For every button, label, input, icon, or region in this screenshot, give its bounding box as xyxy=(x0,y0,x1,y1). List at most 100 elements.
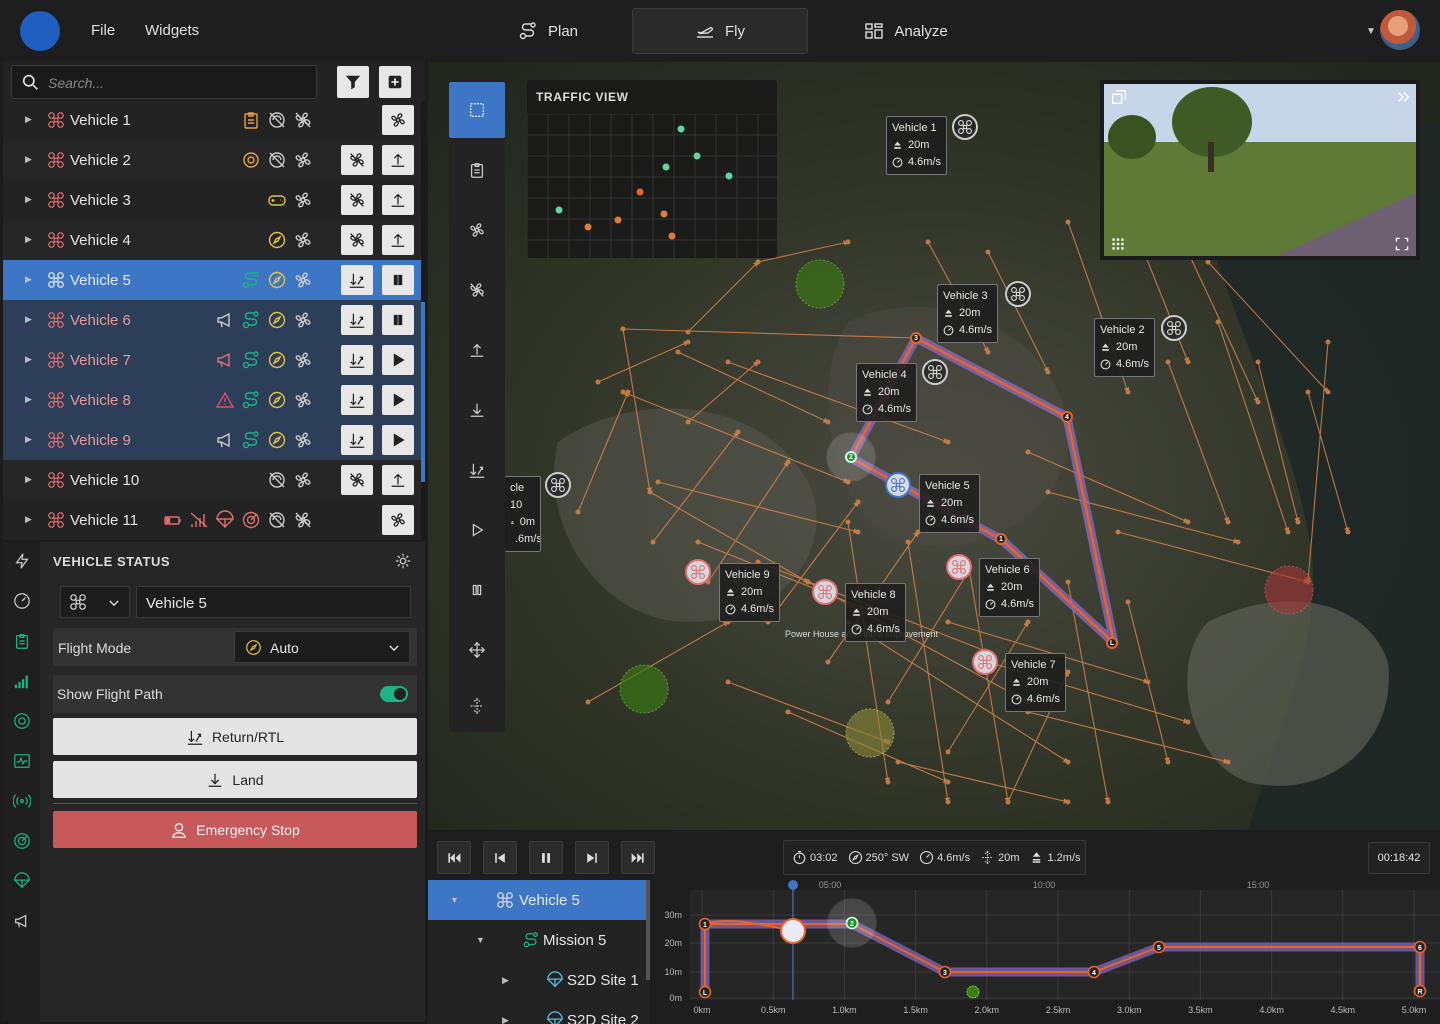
vehicle-action-button[interactable] xyxy=(341,385,373,415)
vehicle-row[interactable]: ▶ Vehicle 1 xyxy=(3,100,421,140)
tree-item[interactable]: ▼ Mission 5 xyxy=(428,920,648,960)
grid-icon[interactable] xyxy=(1110,236,1126,252)
vehicle-row[interactable]: ▶ Vehicle 11 xyxy=(3,500,421,540)
vehicle-action-button[interactable] xyxy=(382,145,414,175)
clipboard-icon[interactable] xyxy=(13,632,31,650)
vehicle-action-button[interactable] xyxy=(382,385,414,415)
vehicle-type-select[interactable] xyxy=(60,586,130,618)
vehicle-action-button[interactable] xyxy=(382,505,414,535)
play-tool-button[interactable] xyxy=(449,502,505,558)
vehicle-row[interactable]: ▶ Vehicle 10 xyxy=(3,460,421,500)
vehicle-map-label[interactable]: Vehicle 9 20m 4.6m/s xyxy=(719,563,781,622)
waypoint-marker[interactable]: 1 xyxy=(995,533,1007,545)
vehicle-action-button[interactable] xyxy=(382,425,414,455)
vehicle-map-label[interactable]: Vehicle 2 20m 4.6m/s xyxy=(1094,318,1156,377)
chevron-down-icon[interactable]: ▼ xyxy=(1366,26,1376,37)
vehicle-map-label[interactable]: Vehicle 6 20m 4.6m/s xyxy=(979,558,1041,617)
tab-plan[interactable]: Plan xyxy=(460,8,636,54)
fullscreen-icon[interactable] xyxy=(1394,236,1410,252)
user-avatar[interactable] xyxy=(1380,10,1420,50)
vehicle-marker[interactable] xyxy=(946,554,972,580)
step-back-button[interactable] xyxy=(483,841,517,874)
vehicle-row[interactable]: ▶ Vehicle 2 xyxy=(3,140,421,180)
vehicle-action-button[interactable] xyxy=(382,185,414,215)
vehicle-map-label[interactable]: Vehicle 1 20m 4.6m/s xyxy=(886,116,948,175)
expand-caret[interactable]: ▶ xyxy=(25,354,32,365)
vehicle-action-button[interactable] xyxy=(382,465,414,495)
vehicle-action-button[interactable] xyxy=(341,345,373,375)
vehicle-action-button[interactable] xyxy=(341,145,373,175)
expand-caret[interactable]: ▶ xyxy=(25,434,32,445)
expand-caret[interactable]: ▶ xyxy=(25,194,32,205)
radar-icon[interactable] xyxy=(13,832,31,850)
mission-tool-button[interactable] xyxy=(449,142,505,198)
vehicle-action-button[interactable] xyxy=(341,465,373,495)
vehicle-marker[interactable] xyxy=(812,579,838,605)
expand-caret[interactable]: ▶ xyxy=(25,514,32,525)
expand-caret[interactable]: ▶ xyxy=(502,975,509,986)
expand-caret[interactable]: ▶ xyxy=(25,474,32,485)
tree-item[interactable]: ▶ S2D Site 1 xyxy=(428,960,648,1000)
expand-caret[interactable]: ▶ xyxy=(25,114,32,125)
altitude-profile[interactable]: 30m 20m 10m 0m 0km 0.5km 1.0km 1.5km 2.0km 2.5km 3… xyxy=(652,880,1440,1024)
search-box[interactable]: Search... xyxy=(11,65,317,99)
step-forward-button[interactable] xyxy=(575,841,609,874)
gear-icon[interactable] xyxy=(394,552,412,570)
video-feed-widget[interactable] xyxy=(1100,80,1420,260)
popout-icon[interactable] xyxy=(1110,88,1128,106)
vehicle-row[interactable]: ▶ Vehicle 5 xyxy=(3,260,421,300)
vehicle-action-button[interactable] xyxy=(382,305,414,335)
land-tool-button[interactable] xyxy=(449,382,505,438)
tree-item[interactable]: ▼ Vehicle 5 xyxy=(428,880,648,920)
parachute-icon[interactable] xyxy=(13,872,31,890)
vehicle-row[interactable]: ▶ Vehicle 8 xyxy=(3,380,421,420)
scrollbar[interactable] xyxy=(421,102,425,540)
gauge-icon[interactable] xyxy=(13,592,31,610)
expand-caret[interactable]: ▶ xyxy=(25,154,32,165)
select-tool-button[interactable] xyxy=(449,82,505,138)
chevron-double-right-icon[interactable] xyxy=(1394,88,1412,106)
vehicle-action-button[interactable] xyxy=(341,185,373,215)
menu-file[interactable]: File xyxy=(91,22,115,39)
expand-caret[interactable]: ▶ xyxy=(502,1015,509,1024)
vehicle-row[interactable]: ▶ Vehicle 3 xyxy=(3,180,421,220)
arm-tool-button[interactable] xyxy=(449,202,505,258)
vehicle-map-label[interactable]: Vehicle 8 20m 4.6m/s xyxy=(845,583,907,642)
altitude-tool-button[interactable] xyxy=(449,678,505,734)
add-vehicle-button[interactable] xyxy=(379,66,411,98)
move-tool-button[interactable] xyxy=(449,622,505,678)
vehicle-marker[interactable] xyxy=(952,114,978,140)
vehicle-marker[interactable] xyxy=(545,472,571,498)
vehicle-map-label[interactable]: Vehicle 4 20m 4.6m/s xyxy=(856,363,918,422)
waypoint-marker[interactable]: L xyxy=(1106,637,1118,649)
vehicle-marker[interactable] xyxy=(685,559,711,585)
land-button[interactable]: Land xyxy=(53,761,417,798)
vehicle-map-label[interactable]: Vehicle 5 20m 4.6m/s xyxy=(919,474,981,533)
tab-fly[interactable]: Fly xyxy=(632,8,808,54)
rtl-button[interactable]: Return/RTL xyxy=(53,718,417,755)
vehicle-marker[interactable] xyxy=(1005,281,1031,307)
vehicle-map-label[interactable]: Vehicle 3 20m 4.6m/s xyxy=(937,284,999,343)
tree-scrollbar[interactable] xyxy=(646,880,650,980)
vehicle-marker[interactable] xyxy=(922,359,948,385)
flight-mode-select[interactable]: Auto xyxy=(234,631,410,663)
expand-caret[interactable]: ▼ xyxy=(476,935,485,945)
waypoint-marker[interactable]: 3 xyxy=(910,332,922,344)
skip-start-button[interactable] xyxy=(437,841,471,874)
signal-icon[interactable] xyxy=(13,672,31,690)
expand-caret[interactable]: ▶ xyxy=(25,314,32,325)
vehicle-action-button[interactable] xyxy=(341,305,373,335)
search-input[interactable]: Search... xyxy=(48,75,104,91)
emergency-stop-button[interactable]: Emergency Stop xyxy=(53,811,417,848)
filter-button[interactable] xyxy=(337,66,369,98)
playhead[interactable] xyxy=(788,880,798,890)
vehicle-action-button[interactable] xyxy=(382,225,414,255)
rtl-tool-button[interactable] xyxy=(449,442,505,498)
target-icon[interactable] xyxy=(13,712,31,730)
heartbeat-icon[interactable] xyxy=(13,752,31,770)
expand-caret[interactable]: ▼ xyxy=(450,895,459,905)
vehicle-action-button[interactable] xyxy=(341,265,373,295)
vehicle-marker[interactable] xyxy=(885,472,911,498)
menu-widgets[interactable]: Widgets xyxy=(145,22,199,39)
takeoff-tool-button[interactable] xyxy=(449,322,505,378)
